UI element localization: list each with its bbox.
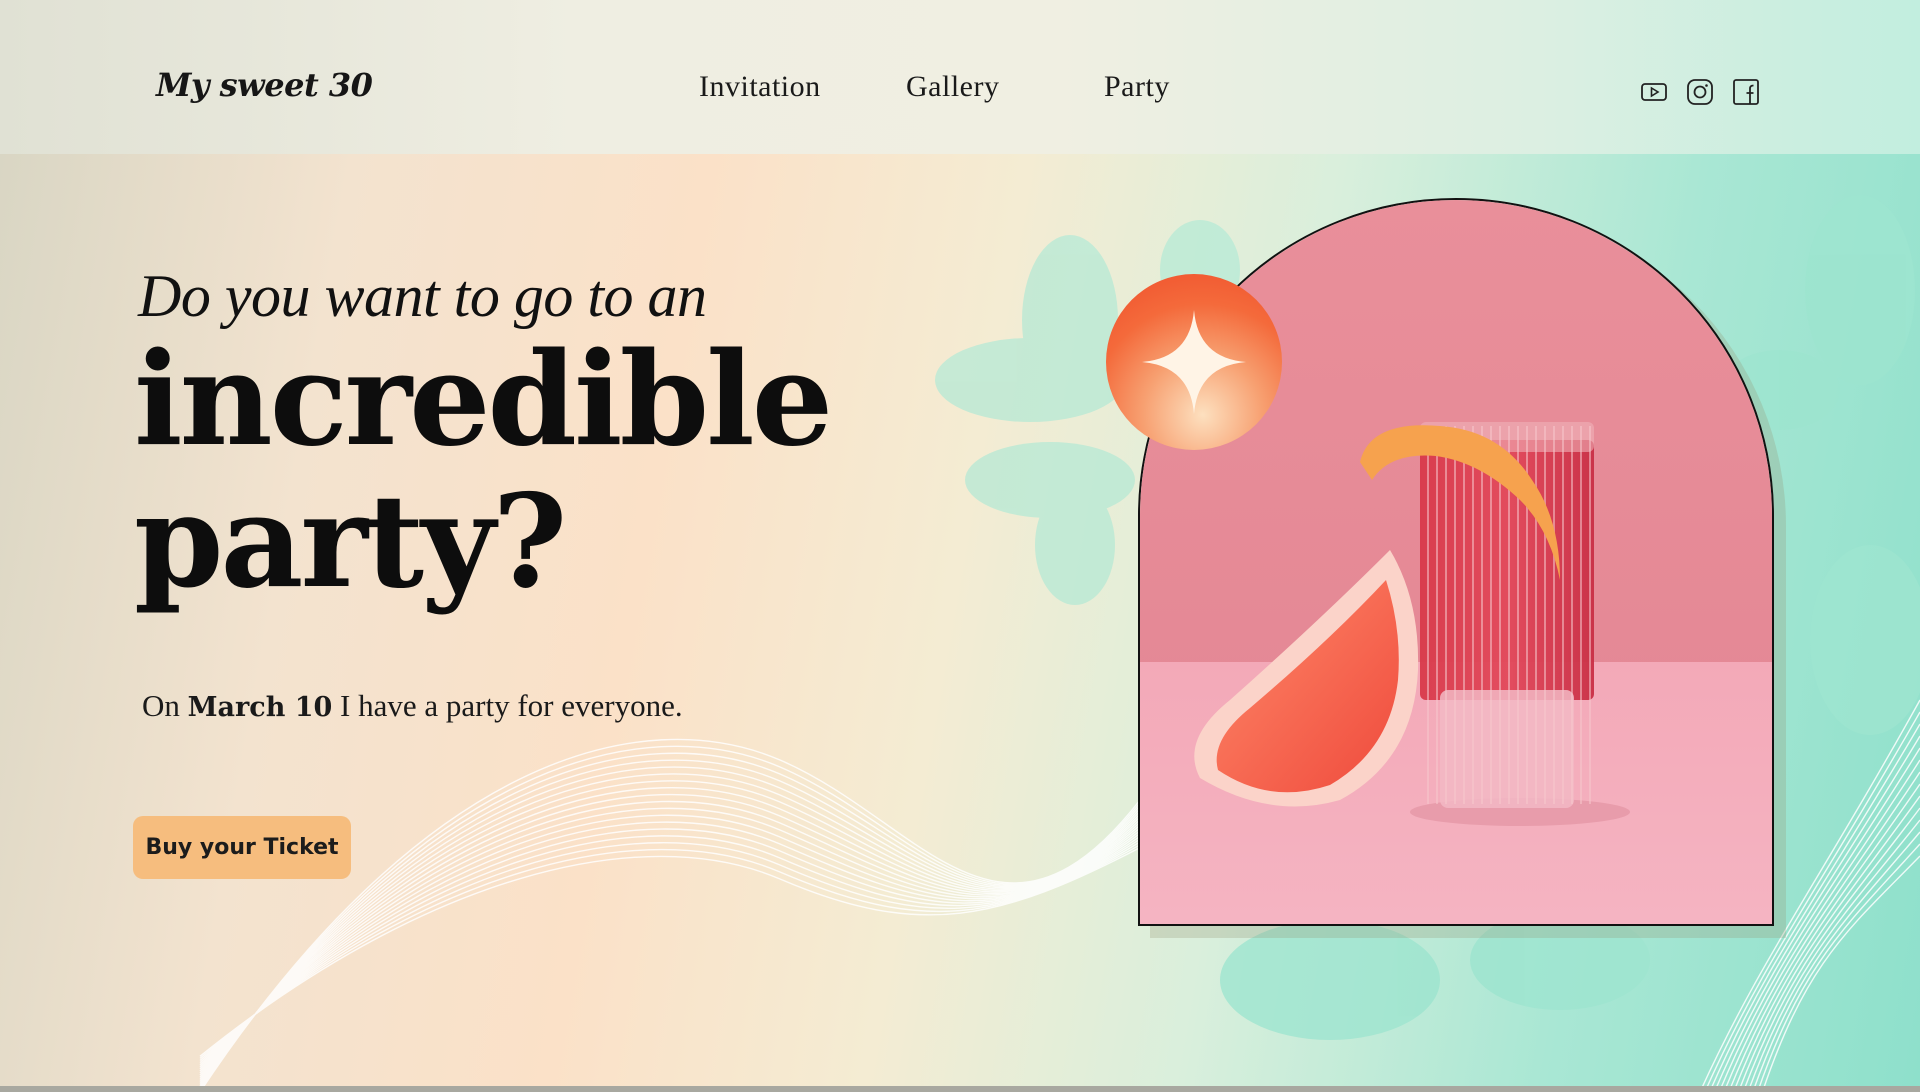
top-navbar: My sweet 30 Invitation Gallery Party	[0, 0, 1920, 154]
buy-ticket-button[interactable]: Buy your Ticket	[133, 816, 351, 879]
party-date: March 10	[187, 692, 333, 723]
site-logo[interactable]: My sweet 30	[156, 66, 373, 104]
hero-headline-line-2: party?	[134, 467, 567, 617]
youtube-icon[interactable]	[1640, 78, 1668, 106]
nav-item-party[interactable]: Party	[1104, 70, 1170, 104]
instagram-icon[interactable]	[1686, 78, 1714, 106]
bottom-border	[0, 1086, 1920, 1092]
subtitle-suffix: I have a party for everyone.	[340, 688, 683, 723]
hero-headline-line-1: incredible	[134, 325, 833, 475]
hero-intro-text: Do you want to go to an	[138, 263, 707, 329]
sparkle-icon	[1142, 310, 1246, 414]
nav-item-invitation[interactable]: Invitation	[699, 70, 821, 104]
subtitle-prefix: On	[142, 688, 180, 723]
sparkle-badge	[1106, 274, 1282, 450]
hero-subtitle: On March 10 I have a party for everyone.	[142, 688, 683, 724]
facebook-icon[interactable]	[1732, 78, 1760, 106]
nav-item-gallery[interactable]: Gallery	[906, 70, 999, 104]
